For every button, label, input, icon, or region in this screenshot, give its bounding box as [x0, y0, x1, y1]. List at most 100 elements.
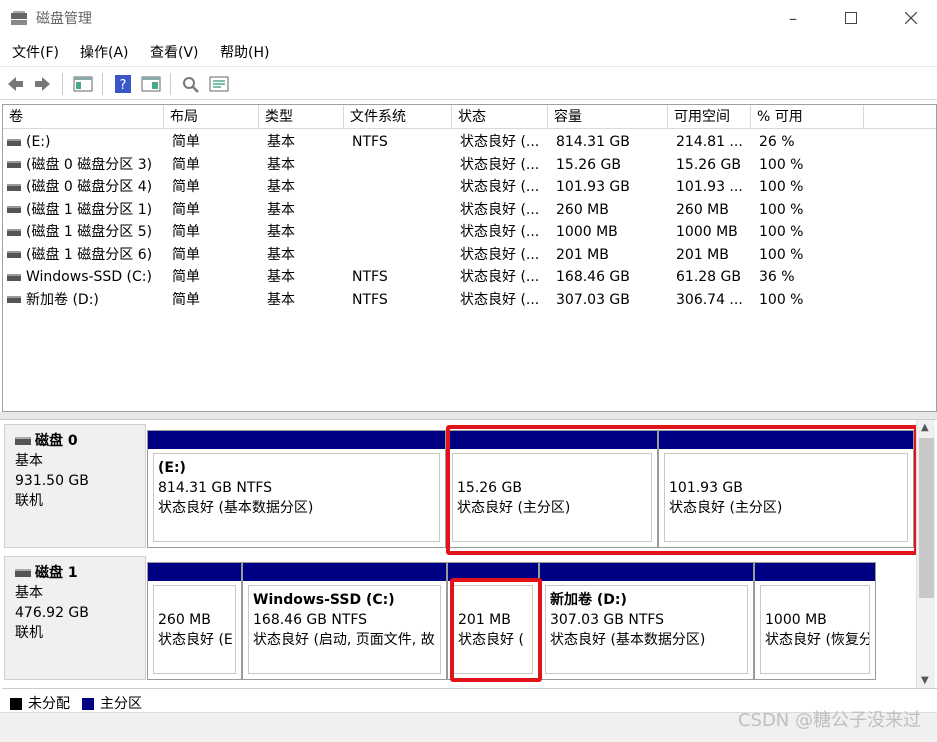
table-cell: 101.93 GB: [556, 179, 630, 195]
menu-help[interactable]: 帮助(H): [220, 42, 269, 62]
table-cell: 100 %: [759, 291, 804, 308]
show-hide-pane-icon[interactable]: [140, 73, 162, 95]
table-cell: 201 MB: [676, 246, 729, 263]
volume-name: (磁盘 1 磁盘分区 1): [26, 201, 153, 218]
rescan-icon[interactable]: [180, 73, 202, 95]
console-tree-icon[interactable]: [72, 73, 94, 95]
table-cell: 100 %: [759, 179, 804, 195]
table-cell: 100 %: [759, 224, 804, 240]
help-icon[interactable]: ?: [112, 73, 134, 95]
partition-title: [158, 590, 235, 610]
menu-bar: 文件(F) 操作(A) 查看(V) 帮助(H): [0, 38, 937, 64]
table-cell: 简单: [172, 224, 200, 240]
column-header-free-space[interactable]: 可用空间: [668, 105, 751, 129]
scrollbar-thumb[interactable]: [919, 438, 934, 598]
close-icon[interactable]: [888, 0, 934, 36]
partition-disk1-5[interactable]: 1000 MB 状态良好 (恢复分: [754, 562, 876, 680]
table-cell: 61.28 GB: [676, 269, 741, 285]
table-cell: 状态良好 (...: [460, 179, 540, 195]
disk-pane: 磁盘 0 基本 931.50 GB 联机 (E:) 814.31 GB NTFS…: [2, 420, 937, 688]
volume-name: (磁盘 0 磁盘分区 3): [26, 156, 153, 173]
partition-bar: [148, 431, 445, 449]
scroll-down-icon[interactable]: ▼: [921, 675, 929, 686]
partition-size: 307.03 GB NTFS: [550, 612, 665, 628]
table-cell: 状态良好 (...: [460, 269, 540, 285]
disk-0-label[interactable]: 磁盘 0 基本 931.50 GB 联机: [4, 424, 146, 548]
table-cell: 214.81 ...: [676, 134, 743, 150]
svg-text:?: ?: [120, 78, 127, 93]
table-cell: 306.74 ...: [676, 291, 743, 308]
maximize-icon[interactable]: [828, 0, 874, 36]
column-header-filesystem[interactable]: 文件系统: [344, 105, 452, 129]
disk-0-type: 基本: [15, 453, 43, 469]
table-cell: (磁盘 0 磁盘分区 3): [7, 154, 152, 176]
table-cell: 基本: [267, 291, 295, 308]
partition-bar: [243, 563, 446, 581]
column-header-status[interactable]: 状态: [452, 105, 548, 129]
table-cell: (E:): [7, 131, 51, 153]
forward-arrow-icon[interactable]: [32, 73, 54, 95]
partition-bar: [540, 563, 753, 581]
partition-title: Windows-SSD (C:): [253, 592, 395, 608]
table-row[interactable]: (磁盘 1 磁盘分区 1) 简单 基本 状态良好 (... 260 MB 260 MB 10…: [3, 199, 936, 221]
partition-e[interactable]: (E:) 814.31 GB NTFS 状态良好 (基本数据分区): [147, 430, 446, 548]
partition-size: 1000 MB: [765, 612, 827, 628]
table-cell: 新加卷 (D:): [7, 289, 99, 311]
legend-primary: 主分区: [82, 693, 142, 713]
table-row[interactable]: (磁盘 1 磁盘分区 5) 简单 基本 状态良好 (... 1000 MB 1000 MB…: [3, 221, 936, 243]
disk-0-size: 931.50 GB: [15, 473, 89, 489]
toolbar-separator: [170, 73, 171, 95]
volume-list: 卷 布局 类型 文件系统 状态 容量 可用空间 % 可用 (E:) 简单 基本 NTF…: [2, 104, 937, 412]
legend-unallocated: 未分配: [10, 693, 70, 713]
table-cell: 基本: [267, 224, 295, 240]
menu-view[interactable]: 查看(V): [150, 42, 199, 62]
title-bar: 磁盘管理 –: [0, 0, 937, 36]
volume-name: (E:): [26, 134, 51, 150]
table-row[interactable]: (E:) 简单 基本 NTFS 状态良好 (... 814.31 GB 214.81 ...…: [3, 131, 936, 153]
minimize-icon[interactable]: –: [770, 0, 816, 36]
back-arrow-icon[interactable]: [4, 73, 26, 95]
disk-1-status: 联机: [15, 625, 43, 641]
volume-name: Windows-SSD (C:): [26, 269, 152, 285]
volume-icon: [7, 228, 21, 236]
partition-disk1-1[interactable]: 260 MB 状态良好 (E: [147, 562, 242, 680]
scroll-up-icon[interactable]: ▲: [921, 422, 929, 433]
table-cell: 100 %: [759, 201, 804, 218]
partition-c[interactable]: Windows-SSD (C:) 168.46 GB NTFS 状态良好 (启动…: [242, 562, 447, 680]
volume-icon: [7, 273, 21, 281]
column-header-percent-free[interactable]: % 可用: [751, 105, 864, 129]
legend-unallocated-label: 未分配: [28, 696, 70, 712]
pane-splitter[interactable]: [0, 412, 937, 420]
table-cell: 状态良好 (...: [460, 291, 540, 308]
table-row[interactable]: Windows-SSD (C:) 简单 基本 NTFS 状态良好 (... 168.46 …: [3, 266, 936, 288]
properties-icon[interactable]: [208, 73, 230, 95]
table-cell: Windows-SSD (C:): [7, 266, 152, 288]
partition-body: 新加卷 (D:) 307.03 GB NTFS 状态良好 (基本数据分区): [545, 585, 748, 674]
partition-title: [765, 590, 869, 610]
table-row[interactable]: (磁盘 1 磁盘分区 6) 简单 基本 状态良好 (... 201 MB 201 MB 10…: [3, 244, 936, 266]
column-header-layout[interactable]: 布局: [164, 105, 259, 129]
disk-0-status: 联机: [15, 493, 43, 509]
table-row[interactable]: (磁盘 0 磁盘分区 3) 简单 基本 状态良好 (... 15.26 GB 15.26 …: [3, 154, 936, 176]
menu-file[interactable]: 文件(F): [12, 42, 59, 62]
volume-name: (磁盘 0 磁盘分区 4): [26, 179, 153, 195]
column-header-volume[interactable]: 卷: [3, 105, 164, 129]
menu-action[interactable]: 操作(A): [80, 42, 129, 62]
disk-1-type: 基本: [15, 585, 43, 601]
partition-d[interactable]: 新加卷 (D:) 307.03 GB NTFS 状态良好 (基本数据分区): [539, 562, 754, 680]
vertical-scrollbar[interactable]: ▲ ▼: [916, 420, 935, 688]
partition-title: (E:): [158, 460, 186, 476]
volume-name: 新加卷 (D:): [26, 291, 99, 308]
table-row[interactable]: (磁盘 0 磁盘分区 4) 简单 基本 状态良好 (... 101.93 GB 101.9…: [3, 176, 936, 198]
partition-status: 状态良好 (基本数据分区): [158, 500, 314, 516]
table-row[interactable]: 新加卷 (D:) 简单 基本 NTFS 状态良好 (... 307.03 GB 306.74…: [3, 289, 936, 311]
table-cell: (磁盘 1 磁盘分区 5): [7, 221, 152, 243]
partition-status: 状态良好 (恢复分: [765, 632, 870, 648]
column-header-capacity[interactable]: 容量: [548, 105, 668, 129]
disk-1-label[interactable]: 磁盘 1 基本 476.92 GB 联机: [4, 556, 146, 680]
legend-swatch: [82, 698, 94, 710]
disk-icon: [15, 437, 31, 445]
column-header-type[interactable]: 类型: [259, 105, 344, 129]
disk-1-title: 磁盘 1: [35, 565, 78, 581]
table-cell: 简单: [172, 134, 200, 150]
